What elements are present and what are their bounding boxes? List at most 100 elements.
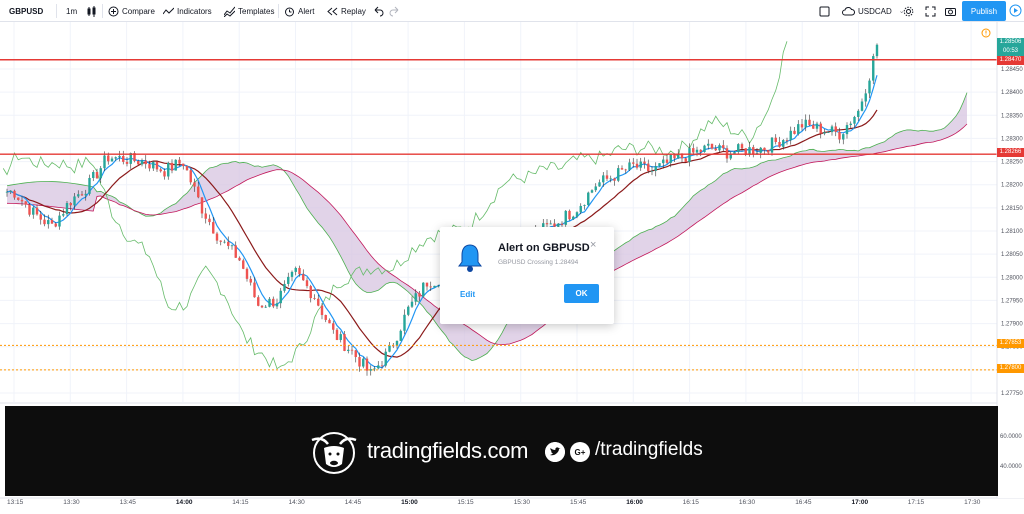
candle (407, 305, 410, 317)
price-tick-label: 1.28150 (1001, 206, 1023, 212)
candle-body (617, 168, 620, 181)
candle (868, 78, 871, 98)
candle-body (189, 170, 192, 183)
candle-body (245, 268, 249, 279)
candle-body (662, 159, 665, 164)
candle (32, 206, 35, 219)
candle (260, 305, 264, 309)
publish-button[interactable]: Publish (962, 1, 1006, 21)
candle-body (669, 154, 672, 163)
candle-body (414, 293, 417, 302)
candle-body (624, 169, 627, 171)
price-tick-label: 1.28250 (1001, 160, 1023, 166)
candle-body (148, 164, 151, 169)
undo-button[interactable] (373, 0, 384, 22)
time-tick-label: 14:15 (232, 499, 249, 506)
candle (872, 53, 875, 85)
candle (808, 114, 811, 126)
candle-body (635, 163, 639, 168)
price-tick-label: 1.28300 (1001, 136, 1023, 142)
candle-body (857, 110, 860, 117)
fullscreen-button[interactable] (925, 0, 936, 22)
candle (313, 294, 316, 300)
candle (384, 348, 387, 368)
ok-button[interactable]: OK (564, 284, 599, 303)
redo-icon (389, 6, 399, 16)
settings-button[interactable] (903, 0, 914, 22)
candle-body (43, 219, 46, 225)
candle-body (654, 166, 657, 171)
bull-logo-icon (311, 432, 357, 474)
candle (174, 159, 177, 171)
play-circle-icon[interactable] (1009, 4, 1022, 17)
candle-body (812, 124, 815, 129)
price-tick-label: 1.28050 (1001, 252, 1023, 258)
candle-body (665, 159, 669, 163)
candle-body (107, 155, 110, 162)
candle (684, 157, 687, 163)
time-tick-label: 16:15 (682, 499, 699, 506)
candle (729, 151, 732, 161)
candle (718, 143, 721, 153)
candle-body (737, 144, 740, 152)
candle-body (823, 132, 826, 134)
hline-tag: 1.27800 (997, 364, 1024, 373)
close-icon[interactable]: × (590, 239, 596, 251)
redo-button[interactable] (389, 0, 400, 22)
candle-body (309, 286, 312, 299)
candle-body (770, 137, 774, 153)
candle-body (875, 44, 879, 57)
candle-body (579, 205, 582, 213)
candle-body (13, 190, 16, 198)
candle (722, 140, 725, 152)
candle (564, 210, 567, 227)
candle-body (275, 303, 279, 307)
candle (234, 241, 237, 258)
candle-body (714, 148, 717, 151)
compare-button[interactable]: Compare (108, 0, 155, 22)
indicators-button[interactable]: Indicators (163, 0, 212, 22)
interval-button[interactable]: 1m (66, 0, 77, 22)
candle (362, 357, 365, 369)
candle-body (152, 161, 155, 169)
toolbar-divider (102, 4, 103, 18)
watch-symbol-button[interactable]: USDCAD ⌄ (842, 0, 905, 22)
candle-body (65, 203, 69, 215)
google-plus-icon: G+ (570, 442, 590, 462)
candle (129, 152, 132, 169)
candle-body (103, 155, 106, 169)
candle (549, 220, 552, 225)
candle (287, 272, 290, 287)
candle-body (365, 358, 369, 371)
candle-body (137, 160, 140, 165)
candle-body (628, 162, 631, 170)
candle (830, 124, 834, 136)
fullscreen-rect-button[interactable] (819, 0, 830, 22)
dialog-subtitle: GBPUSD Crossing 1.28494 (498, 259, 579, 266)
snapshot-button[interactable] (945, 0, 956, 22)
candle (185, 165, 189, 171)
warning-icon[interactable] (981, 28, 991, 38)
candle (789, 126, 792, 145)
edit-button[interactable]: Edit (460, 290, 475, 299)
ok-label: OK (575, 289, 588, 298)
time-tick-label: 13:45 (119, 499, 136, 506)
alert-button[interactable]: Alert (284, 0, 314, 22)
candle (227, 236, 230, 250)
candle (635, 158, 639, 170)
candle (365, 356, 369, 376)
candle-body (752, 147, 755, 154)
promo-banner: tradingfields.com G+ /tradingfields (5, 406, 998, 496)
candle-body (549, 223, 552, 225)
symbol-search-button[interactable]: GBPUSD (9, 0, 43, 22)
candles-icon (87, 5, 96, 17)
indicator-tick-label: 60.0000 (1000, 434, 1022, 440)
replay-button[interactable]: Replay (327, 0, 366, 22)
candle-body (767, 150, 770, 153)
templates-button[interactable]: Templates (224, 0, 274, 22)
candle (737, 143, 740, 155)
candle-body (302, 274, 305, 281)
candle-body (5, 191, 9, 193)
candle-body (347, 349, 350, 351)
chart-style-button[interactable] (86, 0, 97, 22)
